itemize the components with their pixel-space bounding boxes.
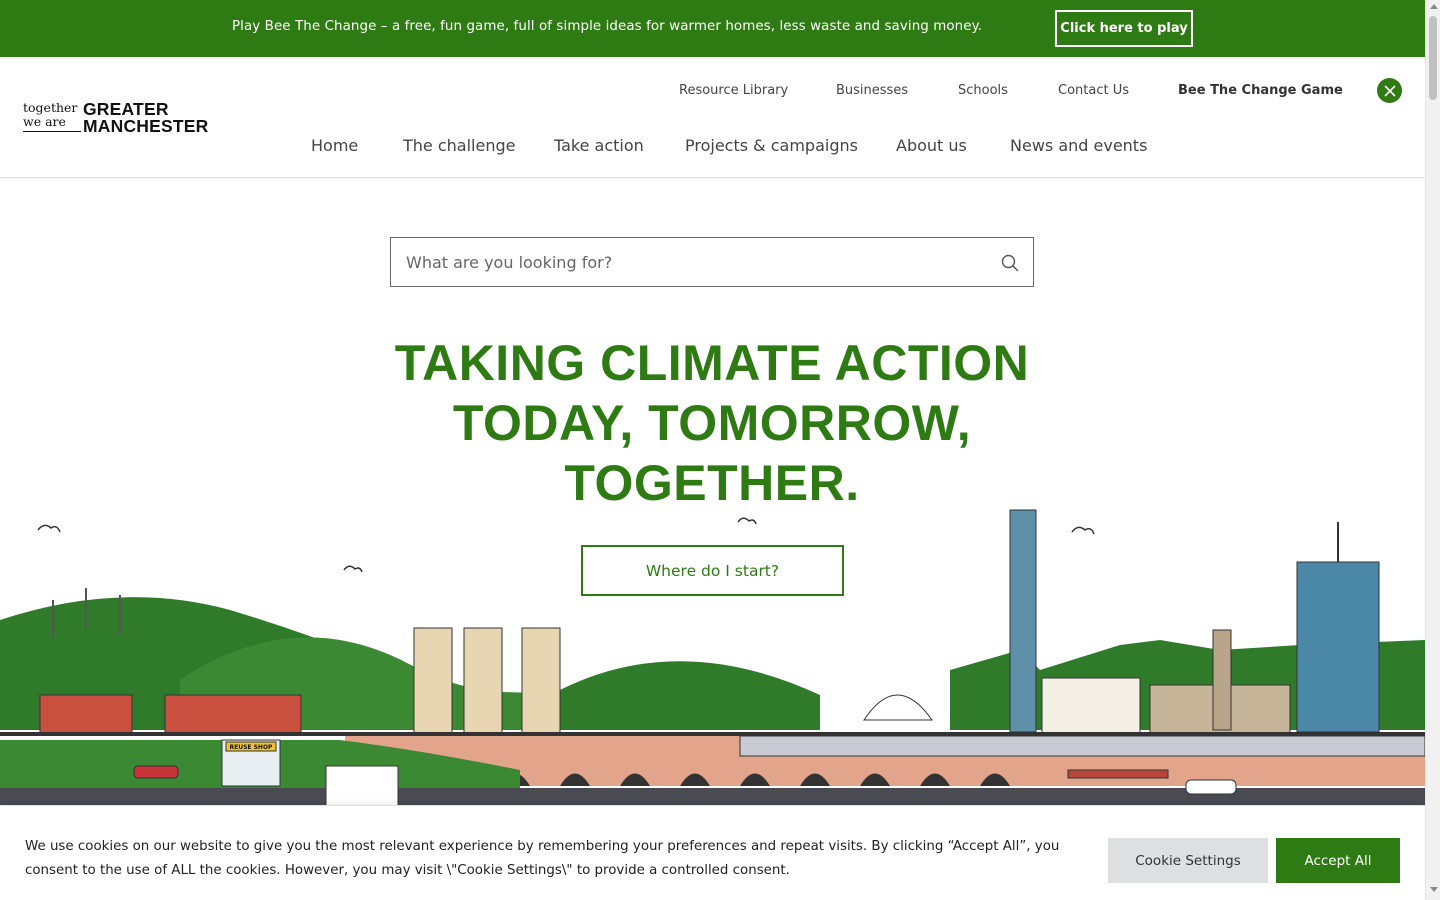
hero-heading-line2: TODAY, TOMORROW, [452,395,972,451]
nav-projects-campaigns[interactable]: Projects & campaigns [685,136,858,155]
site-logo[interactable]: together we are GREATER MANCHESTER [23,100,209,137]
util-link-resource-library[interactable]: Resource Library [679,83,788,98]
nav-news-and-events[interactable]: News and events [1010,136,1147,155]
hero-heading-line1: TAKING CLIMATE ACTION [394,335,1030,391]
reuse-shop-sign: REUSE SHOP [230,744,274,751]
tower-blocks [413,627,561,734]
nav-about-us[interactable]: About us [896,136,967,155]
logo-tagline: together we are [23,101,77,129]
util-link-contact-us[interactable]: Contact Us [1058,83,1129,98]
nav-take-action[interactable]: Take action [554,136,644,155]
search-icon[interactable] [1000,253,1020,273]
util-link-schools[interactable]: Schools [958,83,1008,98]
x-twitter-icon[interactable] [1377,78,1402,103]
cookie-consent-bar: We use cookies on our website to give yo… [0,805,1425,900]
cloud-icons [37,517,1095,573]
promo-banner: Play Bee The Change – a free, fun game, … [0,0,1425,57]
accept-all-button[interactable]: Accept All [1276,838,1400,883]
scrollbar-thumb[interactable] [1429,16,1437,100]
logo-divider [23,131,81,132]
util-link-businesses[interactable]: Businesses [836,83,908,98]
hero-heading: TAKING CLIMATE ACTION TODAY, TOMORROW, T… [300,333,1124,513]
logo-wordmark: GREATER MANCHESTER [83,100,209,136]
logo-tagline-line1: together [23,100,78,115]
nav-home[interactable]: Home [311,136,358,155]
city-skyline-illustration: REUSE SHOP [0,509,1425,810]
cookie-settings-button[interactable]: Cookie Settings [1108,838,1268,883]
promo-text: Play Bee The Change – a free, fun game, … [232,19,983,34]
page-scrollbar[interactable] [1425,0,1440,900]
search-input[interactable] [391,238,971,286]
site-header: together we are GREATER MANCHESTER Resou… [0,57,1425,178]
where-do-i-start-button[interactable]: Where do I start? [581,545,844,596]
search-box [390,237,1034,287]
util-link-bee-the-change-game[interactable]: Bee The Change Game [1178,83,1343,98]
logo-wordmark-line2: MANCHESTER [83,116,209,136]
play-game-button[interactable]: Click here to play [1055,10,1193,47]
hero-heading-line3: TOGETHER. [564,455,860,511]
logo-tagline-line2: we are [23,114,66,129]
nav-the-challenge[interactable]: The challenge [403,136,515,155]
cookie-consent-text: We use cookies on our website to give yo… [25,839,1060,878]
scroll-down-icon[interactable] [1430,887,1438,892]
scroll-up-icon[interactable] [1430,4,1438,9]
